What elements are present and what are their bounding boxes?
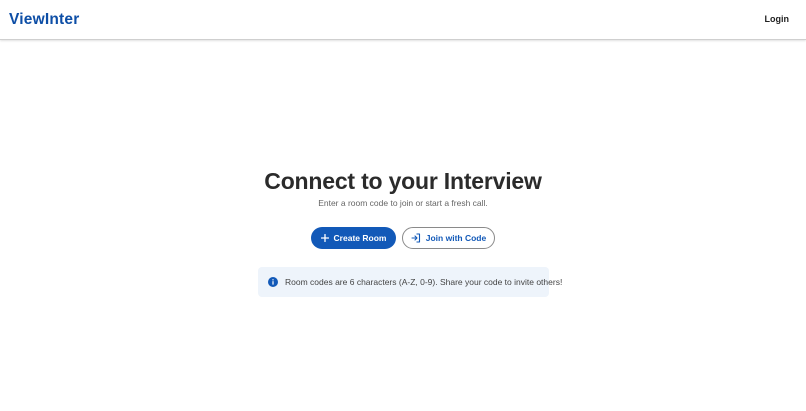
info-icon: [268, 277, 278, 287]
info-banner: Room codes are 6 characters (A-Z, 0-9). …: [258, 267, 562, 297]
join-with-code-label: Join with Code: [425, 233, 487, 243]
join-with-code-button[interactable]: Join with Code: [402, 227, 495, 249]
create-room-button[interactable]: Create Room: [311, 227, 396, 249]
brand-logo[interactable]: ViewInter: [9, 11, 79, 29]
plus-icon: [320, 234, 329, 242]
page-subtitle: Enter a room code to join or start a fre…: [318, 198, 488, 208]
info-text: Room codes are 6 characters (A-Z, 0-9). …: [285, 277, 563, 287]
page-title: Connect to your Interview: [264, 168, 542, 194]
create-room-label: Create Room: [333, 233, 387, 243]
top-navbar: ViewInter Login: [0, 0, 806, 40]
login-arrow-icon: [411, 233, 421, 243]
login-link[interactable]: Login: [765, 14, 790, 24]
